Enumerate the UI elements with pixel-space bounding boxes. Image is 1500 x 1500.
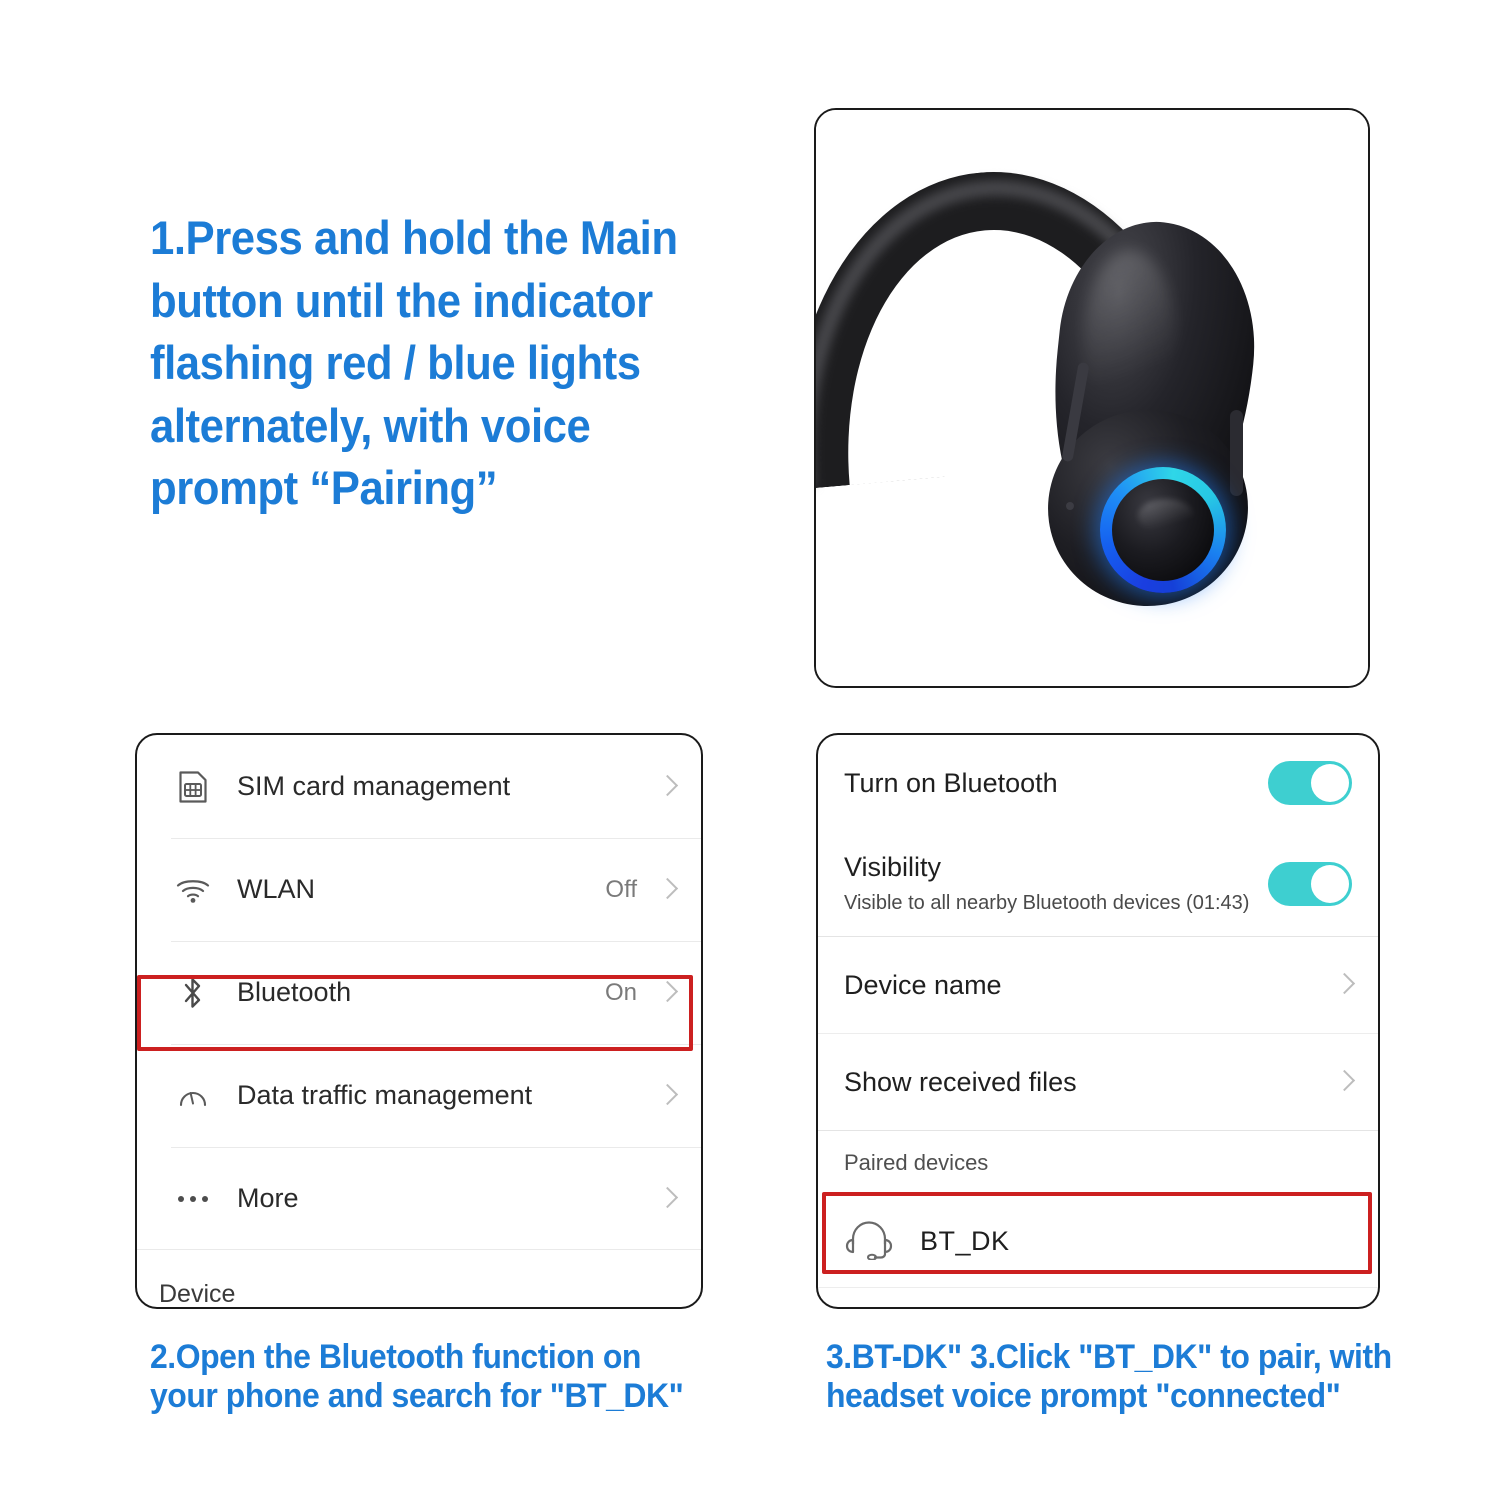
chevron-right-icon <box>1336 1068 1352 1096</box>
dot <box>190 1195 196 1202</box>
divider <box>818 1287 1378 1288</box>
settings-row-label: More <box>237 1183 299 1213</box>
device-section-label: Device <box>159 1279 236 1308</box>
headset-mic-hole <box>1066 502 1074 510</box>
settings-row-label: Bluetooth <box>237 977 352 1007</box>
sim-card-icon <box>171 770 215 804</box>
show-received-files-texts: Show received files <box>844 1067 1336 1098</box>
headset-illustration <box>816 110 1368 686</box>
bluetooth-row-visibility[interactable]: Visibility Visible to all nearby Bluetoo… <box>818 831 1378 936</box>
step-2-instruction-text: 2.Open the Bluetooth function on your ph… <box>150 1338 684 1416</box>
settings-section-header-device: Device <box>137 1249 701 1307</box>
settings-list: SIM card management WLAN Off Bluetooth O… <box>137 735 701 1307</box>
phone-settings-panel: SIM card management WLAN Off Bluetooth O… <box>135 733 703 1309</box>
headset-body-highlight <box>1084 250 1176 430</box>
paired-device-name: BT_DK <box>920 1225 1010 1256</box>
settings-row-value: Off <box>605 875 637 903</box>
headset-side-button <box>1230 410 1243 496</box>
visibility-sublabel: Visible to all nearby Bluetooth devices … <box>844 892 1250 914</box>
wifi-icon <box>171 877 215 903</box>
visibility-toggle[interactable] <box>1268 861 1352 906</box>
visibility-texts: Visibility Visible to all nearby Bluetoo… <box>844 852 1268 915</box>
device-name-label: Device name <box>844 969 1002 1000</box>
paired-device-row-bt-dk[interactable]: BT_DK <box>818 1195 1378 1287</box>
settings-row-label: WLAN <box>237 874 316 904</box>
dot <box>178 1195 184 1202</box>
settings-row-wlan[interactable]: WLAN Off <box>137 838 701 941</box>
show-received-files-label: Show received files <box>844 1066 1077 1097</box>
bluetooth-settings-panel: Turn on Bluetooth Visibility Visible to … <box>816 733 1380 1309</box>
more-dots-icon <box>171 1195 215 1202</box>
headset-main-button <box>1112 479 1214 581</box>
chevron-right-icon <box>659 979 675 1007</box>
toggle-knob <box>1311 864 1349 903</box>
settings-row-label: Data traffic management <box>237 1080 533 1110</box>
dot <box>202 1195 208 1202</box>
headset-product-photo-panel <box>814 108 1370 688</box>
paired-devices-section-header: Paired devices <box>818 1131 1378 1195</box>
toggle-knob <box>1311 764 1349 802</box>
chevron-right-icon <box>659 773 675 801</box>
settings-row-value: On <box>604 978 637 1006</box>
visibility-label: Visibility <box>844 852 942 882</box>
headset-main-button-gloss <box>1138 499 1194 533</box>
turn-on-bluetooth-texts: Turn on Bluetooth <box>844 768 1268 799</box>
step-3-instruction-text: 3.BT-DK" 3.Click "BT_DK" to pair, with h… <box>826 1338 1392 1416</box>
bluetooth-row-turn-on[interactable]: Turn on Bluetooth <box>818 735 1378 831</box>
bluetooth-row-show-received-files[interactable]: Show received files <box>818 1034 1378 1130</box>
turn-on-bluetooth-label: Turn on Bluetooth <box>844 767 1058 798</box>
headset-main-button-led-ring <box>1100 467 1226 593</box>
settings-row-data-traffic-management[interactable]: Data traffic management <box>137 1044 701 1147</box>
paired-devices-label: Paired devices <box>844 1150 989 1175</box>
settings-row-label: SIM card management <box>237 771 511 801</box>
device-name-texts: Device name <box>844 970 1336 1001</box>
settings-row-bluetooth[interactable]: Bluetooth On <box>137 941 701 1044</box>
chevron-right-icon <box>659 1185 675 1213</box>
step-1-instruction-text: 1.Press and hold the Main button until t… <box>150 211 678 514</box>
chevron-right-icon <box>659 876 675 904</box>
settings-row-more[interactable]: More <box>137 1147 701 1250</box>
chevron-right-icon <box>1336 971 1352 999</box>
chevron-right-icon <box>659 1082 675 1110</box>
bluetooth-row-device-name[interactable]: Device name <box>818 937 1378 1033</box>
bluetooth-icon <box>171 975 215 1011</box>
speedometer-icon <box>171 1081 215 1111</box>
settings-row-sim-card-management[interactable]: SIM card management <box>137 735 701 838</box>
headset-icon <box>844 1218 894 1265</box>
turn-on-bluetooth-toggle[interactable] <box>1268 761 1352 805</box>
